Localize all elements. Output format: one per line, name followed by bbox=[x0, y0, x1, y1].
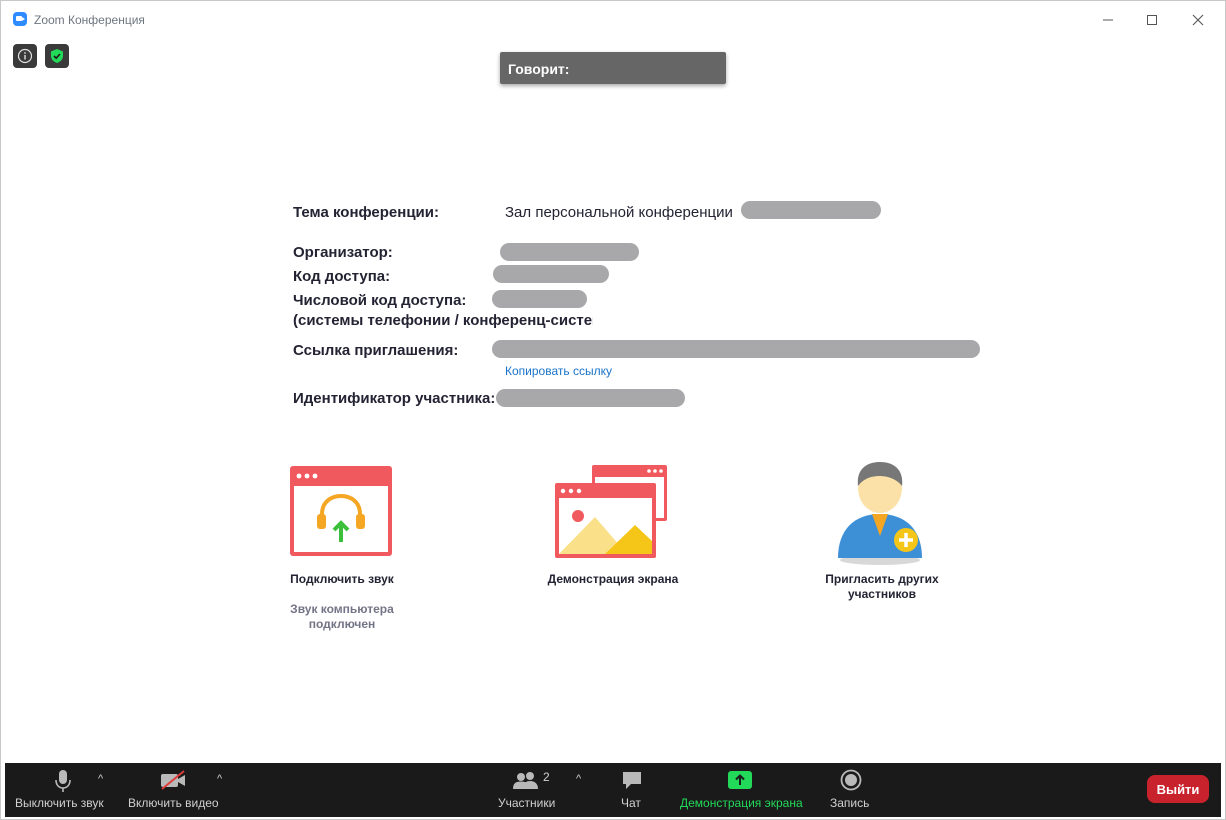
join-audio-label: Подключить звук bbox=[290, 572, 394, 586]
maximize-button[interactable] bbox=[1137, 7, 1167, 33]
numeric-passcode-label: Числовой код доступа: bbox=[293, 292, 467, 309]
share-screen-label: Демонстрация экрана bbox=[547, 572, 679, 586]
video-options-caret[interactable]: ^ bbox=[217, 773, 222, 785]
chat-label: Чат bbox=[621, 796, 641, 810]
info-icon bbox=[17, 48, 33, 64]
video-off-icon bbox=[161, 770, 185, 790]
user-add-icon bbox=[838, 462, 922, 565]
mute-label: Выключить звук bbox=[15, 796, 104, 810]
active-speaker-label: Говорит: bbox=[508, 61, 570, 77]
participant-id-label: Идентификатор участника: bbox=[293, 390, 496, 407]
share-screen-icon bbox=[555, 465, 667, 558]
mute-button[interactable]: Выключить звук bbox=[11, 763, 117, 817]
audio-status-text: Звук компьютера подключен bbox=[290, 602, 394, 631]
meeting-toolbar: Выключить звук ^ Включить видео ^ 2 Учас… bbox=[5, 763, 1221, 817]
headphones-upload-icon bbox=[290, 466, 392, 556]
topic-value: Зал персональной конференции bbox=[505, 204, 733, 221]
topic-label: Тема конференции: bbox=[293, 204, 439, 221]
redacted-passcode bbox=[493, 265, 609, 283]
redacted-host bbox=[500, 243, 639, 261]
zoom-app-icon bbox=[13, 12, 27, 26]
redacted-participant-id bbox=[496, 389, 685, 407]
participants-count: 2 bbox=[543, 770, 550, 784]
participants-label: Участники bbox=[498, 796, 556, 810]
passcode-label: Код доступа: bbox=[293, 268, 391, 285]
invite-link-label: Ссылка приглашения: bbox=[293, 342, 459, 359]
record-label: Запись bbox=[830, 796, 870, 810]
redacted-invite-link bbox=[492, 340, 980, 358]
microphone-icon bbox=[55, 770, 71, 792]
start-video-button[interactable]: Включить видео bbox=[123, 763, 227, 817]
minimize-icon bbox=[1103, 19, 1113, 21]
security-button[interactable] bbox=[45, 44, 69, 68]
numeric-passcode-sublabel: (системы телефонии / конференц-систем bbox=[293, 312, 593, 329]
share-screen-toolbar-label: Демонстрация экрана bbox=[680, 796, 803, 810]
chat-icon bbox=[623, 772, 641, 789]
participants-icon bbox=[513, 772, 538, 789]
share-screen-icon bbox=[728, 771, 752, 789]
title-bar: Zoom Конференция bbox=[1, 1, 1225, 39]
participants-options-caret[interactable]: ^ bbox=[576, 773, 581, 785]
record-icon bbox=[840, 769, 862, 791]
zoom-meeting-window: Zoom Конференция Говорит: Тема конференц… bbox=[0, 0, 1226, 820]
meeting-info-button[interactable] bbox=[13, 44, 37, 68]
leave-meeting-button[interactable]: Выйти bbox=[1147, 775, 1209, 803]
chat-button[interactable]: Чат bbox=[615, 763, 649, 817]
share-screen-toolbar-button[interactable]: Демонстрация экрана bbox=[677, 763, 803, 817]
copy-link[interactable]: Копировать ссылку bbox=[505, 364, 612, 378]
record-button[interactable]: Запись bbox=[827, 763, 873, 817]
maximize-icon bbox=[1147, 15, 1157, 25]
participants-button[interactable]: 2 Участники bbox=[495, 763, 561, 817]
redacted-topic-id bbox=[741, 201, 881, 219]
active-speaker-indicator: Говорит: bbox=[500, 52, 726, 84]
window-title: Zoom Конференция bbox=[34, 13, 145, 27]
invite-participants-label: Пригласить других участников bbox=[825, 572, 939, 601]
audio-options-caret[interactable]: ^ bbox=[98, 773, 103, 785]
close-icon bbox=[1192, 14, 1204, 26]
invite-participants-button[interactable] bbox=[836, 460, 928, 566]
join-audio-button[interactable] bbox=[290, 466, 393, 558]
shield-check-icon bbox=[51, 49, 63, 63]
start-video-label: Включить видео bbox=[128, 796, 219, 810]
close-button[interactable] bbox=[1183, 7, 1213, 33]
redacted-numeric-passcode bbox=[492, 290, 587, 308]
share-screen-button[interactable] bbox=[555, 465, 668, 559]
host-label: Организатор: bbox=[293, 244, 393, 261]
minimize-button[interactable] bbox=[1093, 7, 1123, 33]
